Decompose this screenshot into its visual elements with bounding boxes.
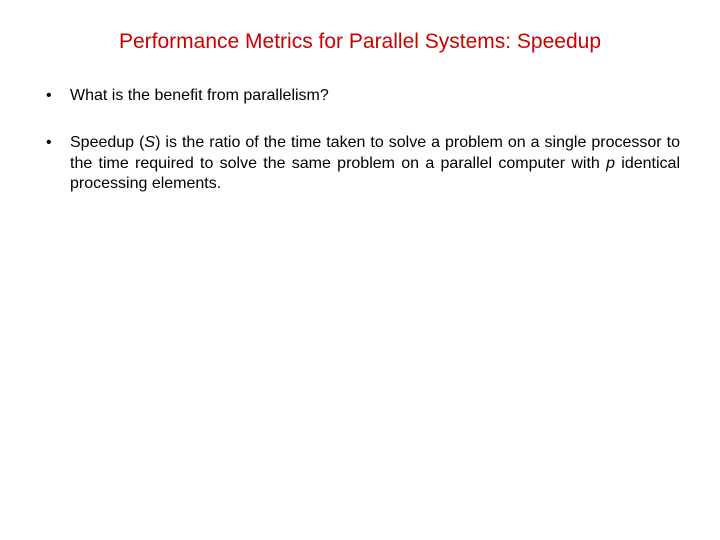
bullet-marker: • bbox=[40, 133, 70, 195]
bullet-marker: • bbox=[40, 86, 70, 107]
list-item: • What is the benefit from parallelism? bbox=[40, 86, 680, 107]
variable-s: S bbox=[144, 134, 155, 151]
variable-p: p bbox=[606, 155, 615, 172]
page-title: Performance Metrics for Parallel Systems… bbox=[70, 30, 650, 54]
text-segment: Speedup ( bbox=[70, 134, 144, 151]
list-item: • Speedup (S) is the ratio of the time t… bbox=[40, 133, 680, 195]
bullet-text: Speedup (S) is the ratio of the time tak… bbox=[70, 133, 680, 195]
content-area: • What is the benefit from parallelism? … bbox=[30, 86, 690, 195]
bullet-text: What is the benefit from parallelism? bbox=[70, 86, 680, 107]
text-segment: ) is the ratio of the time taken to solv… bbox=[70, 134, 680, 172]
